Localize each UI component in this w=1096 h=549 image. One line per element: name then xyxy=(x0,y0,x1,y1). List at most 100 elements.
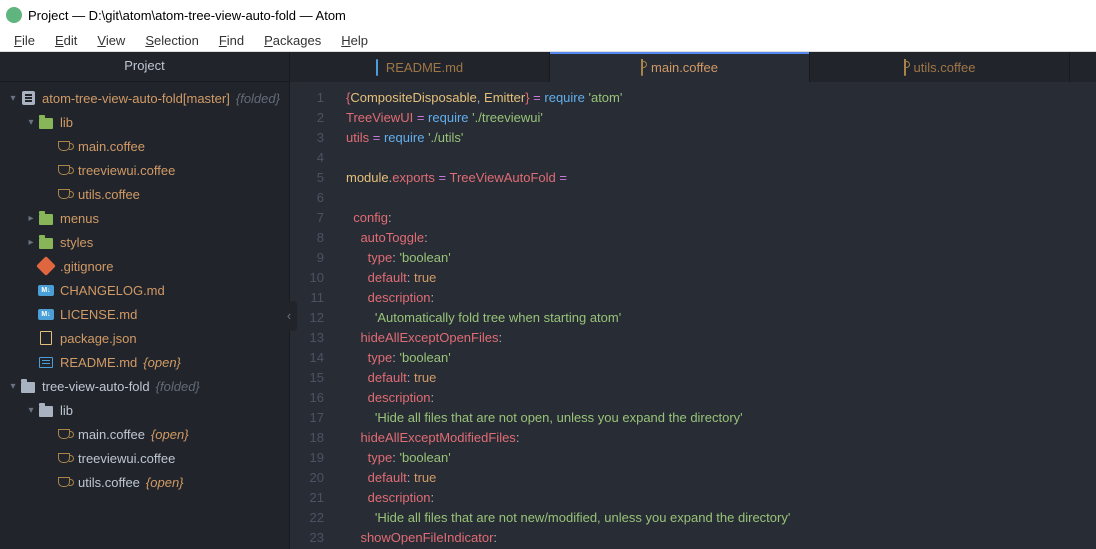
panel-collapse-handle[interactable]: ‹ xyxy=(281,301,297,331)
json-icon xyxy=(38,330,54,346)
code-line: default: true xyxy=(346,468,1096,488)
tab[interactable]: main.coffee xyxy=(550,52,810,82)
tree-item-label: main.coffee xyxy=(78,139,145,154)
menubar: FileEditViewSelection FindPackagesHelp xyxy=(0,30,1096,52)
tree-item[interactable]: ▾ lib xyxy=(0,110,289,134)
folder-icon xyxy=(38,210,54,226)
main-area: Project ▾ atom-tree-view-auto-fold [maste… xyxy=(0,52,1096,549)
code-line xyxy=(346,188,1096,208)
code-line: {CompositeDisposable, Emitter} = require… xyxy=(346,88,1096,108)
code-line: 'Automatically fold tree when starting a… xyxy=(346,308,1096,328)
line-number: 6 xyxy=(290,188,324,208)
tree-item[interactable]: utils.coffee{open} xyxy=(0,470,289,494)
tree-item-label: main.coffee xyxy=(78,427,145,442)
window-title: Project — D:\git\atom\atom-tree-view-aut… xyxy=(28,8,346,23)
line-number: 9 xyxy=(290,248,324,268)
tree-item-label: LICENSE.md xyxy=(60,307,137,322)
tree-item[interactable]: .gitignore xyxy=(0,254,289,278)
tree-item[interactable]: ▾ tree-view-auto-fold {folded} xyxy=(0,374,289,398)
file-tree[interactable]: ▾ atom-tree-view-auto-fold [master] {folde… xyxy=(0,82,289,549)
chevron-icon: ▾ xyxy=(26,405,36,416)
code-line: default: true xyxy=(346,268,1096,288)
line-number: 16 xyxy=(290,388,324,408)
tree-item-label: atom-tree-view-auto-fold xyxy=(42,91,183,106)
menu-edit[interactable]: Edit xyxy=(47,31,85,50)
tree-item-label: README.md xyxy=(60,355,137,370)
menu-packages[interactable]: Packages xyxy=(256,31,329,50)
chevron-icon: ▾ xyxy=(26,117,36,128)
tree-item[interactable]: ▸styles xyxy=(0,230,289,254)
markdown-icon: M↓ xyxy=(38,282,54,298)
code-line: utils = require './utils' xyxy=(346,128,1096,148)
line-number: 1 xyxy=(290,88,324,108)
tab-bar: README.md main.coffee utils.coffee xyxy=(290,52,1096,82)
line-number: 23 xyxy=(290,528,324,548)
tree-item[interactable]: treeviewui.coffee xyxy=(0,446,289,470)
code-line: module.exports = TreeViewAutoFold = xyxy=(346,168,1096,188)
tree-item[interactable]: M↓ CHANGELOG.md xyxy=(0,278,289,302)
code-lines[interactable]: {CompositeDisposable, Emitter} = require… xyxy=(338,82,1096,549)
line-number: 7 xyxy=(290,208,324,228)
tree-item-status: {open} xyxy=(146,475,184,490)
branch-label: [master] xyxy=(183,91,230,106)
menu-find[interactable]: Find xyxy=(211,31,252,50)
tree-item-label: treeviewui.coffee xyxy=(78,451,175,466)
sidebar-title: Project xyxy=(0,52,289,82)
menu-selection[interactable]: Selection xyxy=(137,31,206,50)
line-number: 13 xyxy=(290,328,324,348)
code-editor[interactable]: 1234567891011121314151617181920212223 {C… xyxy=(290,82,1096,549)
line-number: 18 xyxy=(290,428,324,448)
tree-item[interactable]: treeviewui.coffee xyxy=(0,158,289,182)
tree-item[interactable]: M↓LICENSE.md xyxy=(0,302,289,326)
tree-item-status: {folded} xyxy=(156,379,200,394)
line-number: 19 xyxy=(290,448,324,468)
book-icon xyxy=(376,60,378,75)
menu-view[interactable]: View xyxy=(89,31,133,50)
atom-icon xyxy=(6,7,22,23)
tree-item-label: package.json xyxy=(60,331,137,346)
repo-icon xyxy=(20,90,36,106)
code-line: type: 'boolean' xyxy=(346,348,1096,368)
tab-label: main.coffee xyxy=(651,60,718,75)
project-sidebar: Project ▾ atom-tree-view-auto-fold [maste… xyxy=(0,52,290,549)
tree-item-label: .gitignore xyxy=(60,259,113,274)
tree-item-label: lib xyxy=(60,403,73,418)
tab[interactable]: utils.coffee xyxy=(810,52,1070,82)
tab-label: utils.coffee xyxy=(914,60,976,75)
tree-item[interactable]: utils.coffee xyxy=(0,182,289,206)
line-number: 21 xyxy=(290,488,324,508)
coffee-icon xyxy=(56,138,72,154)
tree-item[interactable]: package.json xyxy=(0,326,289,350)
coffee-icon xyxy=(904,60,906,75)
tree-item[interactable]: README.md{open} xyxy=(0,350,289,374)
tree-item[interactable]: ▾ lib xyxy=(0,398,289,422)
line-number: 15 xyxy=(290,368,324,388)
tab[interactable]: README.md xyxy=(290,52,550,82)
code-line: type: 'boolean' xyxy=(346,448,1096,468)
tab-label: README.md xyxy=(386,60,463,75)
chevron-icon: ▾ xyxy=(8,381,18,392)
tree-item-label: CHANGELOG.md xyxy=(60,283,165,298)
code-line: 'Hide all files that are not open, unles… xyxy=(346,408,1096,428)
line-number: 14 xyxy=(290,348,324,368)
tree-item[interactable]: main.coffee xyxy=(0,134,289,158)
code-line: autoToggle: xyxy=(346,228,1096,248)
code-line: hideAllExceptOpenFiles: xyxy=(346,328,1096,348)
coffee-icon xyxy=(56,186,72,202)
tree-item[interactable]: ▾atom-tree-view-auto-fold [master]{folde… xyxy=(0,86,289,110)
folder-icon xyxy=(38,402,54,418)
tree-item[interactable]: main.coffee{open} xyxy=(0,422,289,446)
code-line: description: xyxy=(346,488,1096,508)
code-line: type: 'boolean' xyxy=(346,248,1096,268)
tree-item-label: tree-view-auto-fold xyxy=(42,379,150,394)
code-line: showOpenFileIndicator: xyxy=(346,528,1096,548)
line-number: 3 xyxy=(290,128,324,148)
tree-item-label: lib xyxy=(60,115,73,130)
line-number: 20 xyxy=(290,468,324,488)
code-line: TreeViewUI = require './treeviewui' xyxy=(346,108,1096,128)
menu-file[interactable]: File xyxy=(6,31,43,50)
tree-item-label: styles xyxy=(60,235,93,250)
tree-item[interactable]: ▸menus xyxy=(0,206,289,230)
menu-help[interactable]: Help xyxy=(333,31,376,50)
editor-pane: README.mdmain.coffeeutils.coffee 1234567… xyxy=(290,52,1096,549)
